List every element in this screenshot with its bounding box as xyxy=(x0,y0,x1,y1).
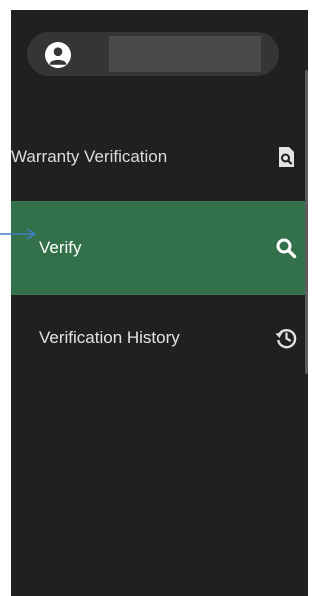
sidebar-item-label: Verify xyxy=(39,238,82,257)
sidebar-scrollbar[interactable] xyxy=(305,70,308,374)
account-circle-icon xyxy=(45,42,71,68)
sidebar-item-label: Warranty Verification xyxy=(11,147,168,166)
sidebar-item-label: Verification History xyxy=(39,328,180,347)
search-icon xyxy=(276,238,297,259)
history-icon xyxy=(275,329,297,349)
sidebar-item-verification-history[interactable]: Verification History xyxy=(11,306,308,370)
document-search-icon xyxy=(279,147,294,167)
sidebar-item-warranty-verification[interactable]: Warranty Verification xyxy=(11,125,308,189)
sidebar-item-verify[interactable]: Verify xyxy=(11,201,308,295)
user-name-redacted xyxy=(109,36,261,72)
pointer-arrow-icon xyxy=(0,228,37,240)
sidebar: Warranty Verification Verify Verificatio… xyxy=(11,10,308,596)
user-profile-pill[interactable] xyxy=(27,32,279,76)
